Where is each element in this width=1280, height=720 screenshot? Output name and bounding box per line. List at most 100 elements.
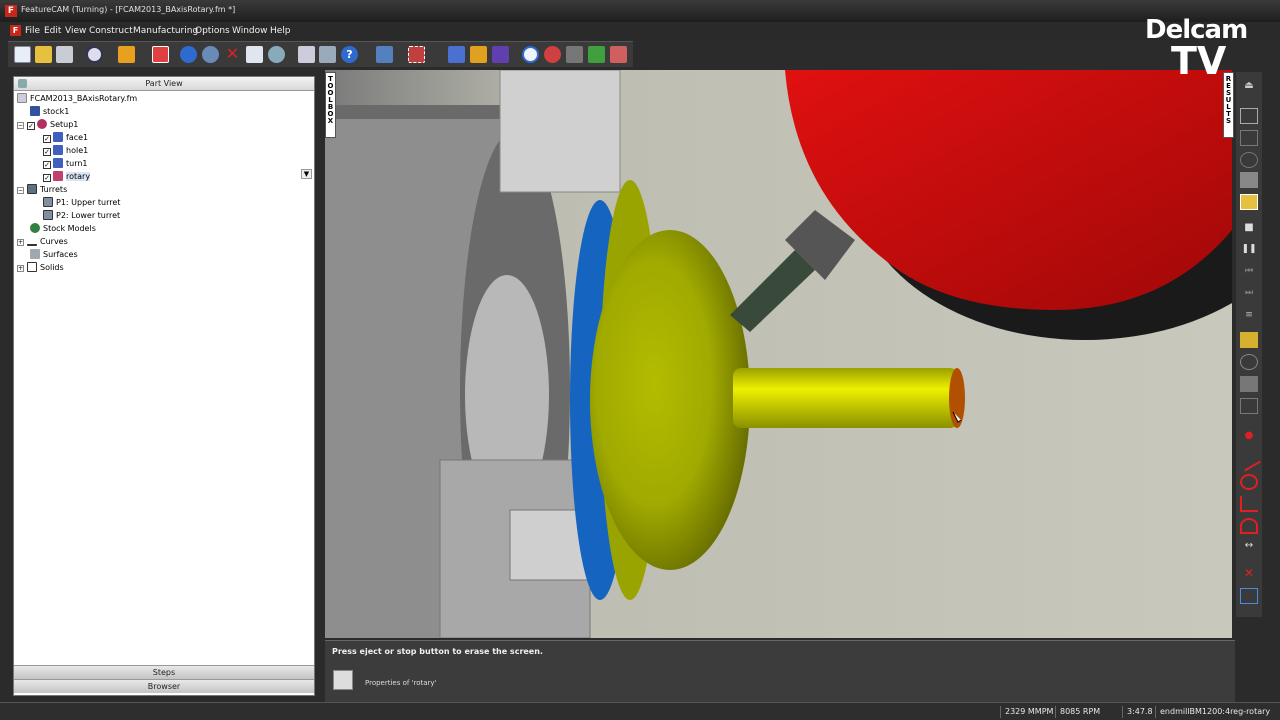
view-rotate-icon[interactable] (1240, 152, 1258, 168)
tree-item-turrets[interactable]: − Turrets (17, 184, 67, 196)
turn-checkbox[interactable]: ✓ (43, 161, 51, 169)
trim-icon[interactable]: ✕ (1240, 566, 1258, 582)
ruler-icon[interactable] (1240, 398, 1258, 414)
undo-icon[interactable] (180, 46, 197, 63)
featurecam-window: F FeatureCAM (Turning) - [FCAM2013_BAxis… (0, 0, 1280, 720)
eject-icon[interactable]: ⏏ (1240, 80, 1258, 96)
featurecam-app-icon[interactable]: F (5, 5, 17, 17)
part-view-header: Part View (14, 77, 314, 91)
globe-icon[interactable] (86, 46, 103, 63)
tree-item-document[interactable]: FCAM2013_BAxisRotary.fm (17, 93, 137, 105)
select-arrow-icon[interactable] (246, 46, 263, 63)
tool-icon[interactable] (470, 46, 487, 63)
collapse-icon[interactable]: − (17, 122, 24, 129)
tree-item-hole[interactable]: ✓ hole1 (43, 145, 88, 157)
new-file-icon[interactable] (14, 46, 31, 63)
steps-tab[interactable]: Steps (14, 665, 314, 679)
status-message: Press eject or stop button to erase the … (332, 647, 543, 656)
cube-icon[interactable] (492, 46, 509, 63)
sparkle-icon[interactable] (376, 46, 393, 63)
point-icon[interactable]: ● (1240, 430, 1258, 446)
settings-icon[interactable] (319, 46, 336, 63)
hole-checkbox[interactable]: ✓ (43, 148, 51, 156)
spin-icon[interactable] (544, 46, 561, 63)
document-menu-icon[interactable]: F (10, 25, 21, 36)
message-bar: Press eject or stop button to erase the … (325, 640, 1235, 702)
save-icon[interactable] (56, 46, 73, 63)
chuck-top-edge (325, 105, 505, 119)
tree-item-turn[interactable]: ✓ turn1 (43, 158, 88, 170)
tree-item-stock-models[interactable]: Stock Models (30, 223, 96, 235)
step-back-icon[interactable]: ⏮ (1240, 266, 1258, 282)
tree-item-surfaces[interactable]: Surfaces (30, 249, 78, 261)
tree-item-solids[interactable]: + Solids (17, 262, 64, 274)
menu-window[interactable]: Window (232, 26, 268, 36)
menu-edit[interactable]: Edit (44, 26, 61, 36)
expand-icon[interactable]: + (17, 265, 24, 272)
speed-icon[interactable]: ≡ (1240, 310, 1258, 326)
rotary-checkbox[interactable]: ✓ (43, 174, 51, 182)
transform-icon[interactable] (1240, 588, 1258, 604)
tree-item-lower-turret[interactable]: P2: Lower turret (43, 210, 120, 222)
face-checkbox[interactable]: ✓ (43, 135, 51, 143)
spindle-speed: 8085 RPM (1055, 706, 1100, 718)
camera-icon[interactable] (298, 46, 315, 63)
tree-item-curves[interactable]: + Curves (17, 236, 68, 248)
refresh-icon[interactable] (1240, 354, 1258, 370)
delcam-tv-logo: Delcam TV (1145, 16, 1255, 80)
browser-tab[interactable]: Browser (14, 679, 314, 693)
disabled-tool-icon[interactable] (566, 46, 583, 63)
tree-item-setup[interactable]: − ✓ Setup1 (17, 119, 78, 131)
toolbox-tab[interactable]: TOOLBOX (325, 72, 336, 138)
arc-icon[interactable] (1240, 518, 1258, 534)
3d-viewport[interactable] (325, 70, 1232, 638)
help-icon[interactable]: ? (341, 46, 358, 63)
stock-icon[interactable] (118, 46, 135, 63)
simulate-icon[interactable] (522, 46, 539, 63)
tree-item-rotary[interactable]: ✓ rotary (43, 171, 91, 183)
step-forward-icon[interactable]: ⏭ (1240, 288, 1258, 304)
delete-icon[interactable]: ✕ (224, 46, 241, 63)
steps-label: Steps (152, 668, 176, 677)
corner-icon[interactable] (1240, 496, 1258, 512)
open-folder-icon[interactable] (35, 46, 52, 63)
toolpath-icon[interactable] (448, 46, 465, 63)
expand-icon[interactable]: + (17, 239, 24, 246)
dimension-icon[interactable]: ↔ (1240, 540, 1258, 556)
part-view-title: Part View (145, 79, 183, 88)
redo-icon[interactable] (202, 46, 219, 63)
properties-icon[interactable] (333, 670, 353, 690)
tree-item-upper-turret[interactable]: P1: Upper turret (43, 197, 120, 209)
setup-checkbox[interactable]: ✓ (27, 122, 35, 130)
menu-construct[interactable]: Construct (89, 26, 133, 36)
tree-dropdown-arrow[interactable]: ▼ (301, 169, 312, 179)
post-icon[interactable] (610, 46, 627, 63)
export-icon[interactable] (588, 46, 605, 63)
pin-icon[interactable] (18, 79, 27, 88)
tree-item-stock[interactable]: stock1 (30, 106, 69, 118)
view-wire-icon[interactable] (1240, 130, 1258, 146)
menu-options[interactable]: Options (195, 26, 230, 36)
turret-icon (43, 197, 53, 207)
menu-file[interactable]: File (25, 26, 40, 36)
feature-icon (53, 171, 63, 181)
stop-icon[interactable]: ■ (1240, 222, 1258, 238)
eraser-icon[interactable] (152, 46, 169, 63)
menu-manufacturing[interactable]: Manufacturing (133, 26, 198, 36)
pause-icon[interactable]: ❚❚ (1240, 244, 1258, 260)
solid-icon (27, 262, 37, 272)
line-icon[interactable] (1237, 448, 1261, 472)
toolbox-label: TOOLBOX (326, 75, 335, 124)
tree-item-face[interactable]: ✓ face1 (43, 132, 88, 144)
measure-icon[interactable] (1240, 376, 1258, 392)
rotate-icon[interactable] (268, 46, 285, 63)
collapse-icon[interactable]: − (17, 187, 24, 194)
toolpath-view-icon[interactable] (1240, 172, 1258, 188)
stock-view-icon[interactable] (1240, 194, 1258, 210)
pencil-icon[interactable] (1240, 332, 1258, 348)
grid-select-icon[interactable] (408, 46, 425, 63)
menu-help[interactable]: Help (270, 26, 291, 36)
menu-view[interactable]: View (65, 26, 86, 36)
view-solid-icon[interactable] (1240, 108, 1258, 124)
circle-icon[interactable] (1240, 474, 1258, 490)
